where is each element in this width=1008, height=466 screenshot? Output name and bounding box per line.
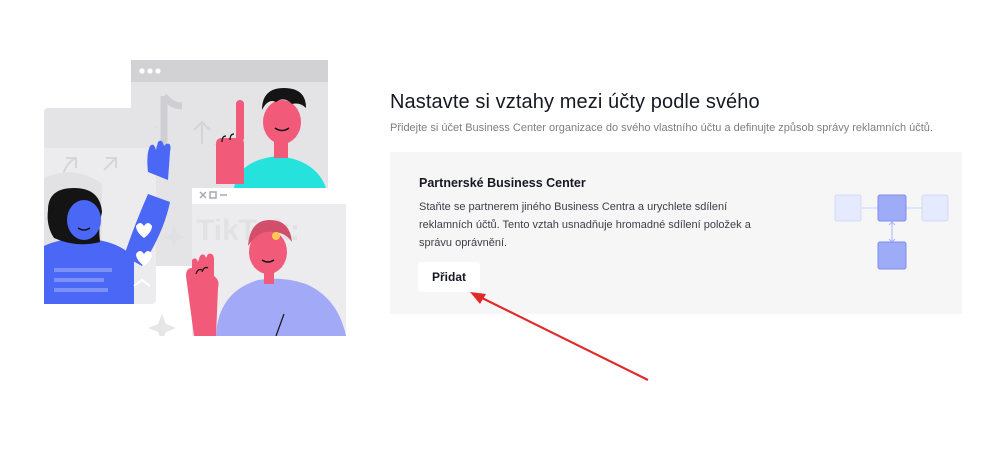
hero-illustration: </> bbox=[44, 60, 346, 342]
partner-diagram-icon bbox=[834, 194, 950, 270]
card-title: Partnerské Business Center bbox=[419, 176, 586, 190]
partner-business-center-card: Partnerské Business Center Staňte se par… bbox=[390, 152, 962, 314]
card-description: Staňte se partnerem jiného Business Cent… bbox=[419, 201, 751, 249]
page: </> bbox=[0, 0, 1008, 466]
main-content: Nastavte si vztahy mezi účty podle svého… bbox=[390, 88, 962, 314]
add-button[interactable]: Přidat bbox=[418, 262, 480, 292]
page-title: Nastavte si vztahy mezi účty podle svého bbox=[390, 91, 760, 113]
page-subtitle: Přidejte si účet Business Center organiz… bbox=[390, 122, 933, 134]
